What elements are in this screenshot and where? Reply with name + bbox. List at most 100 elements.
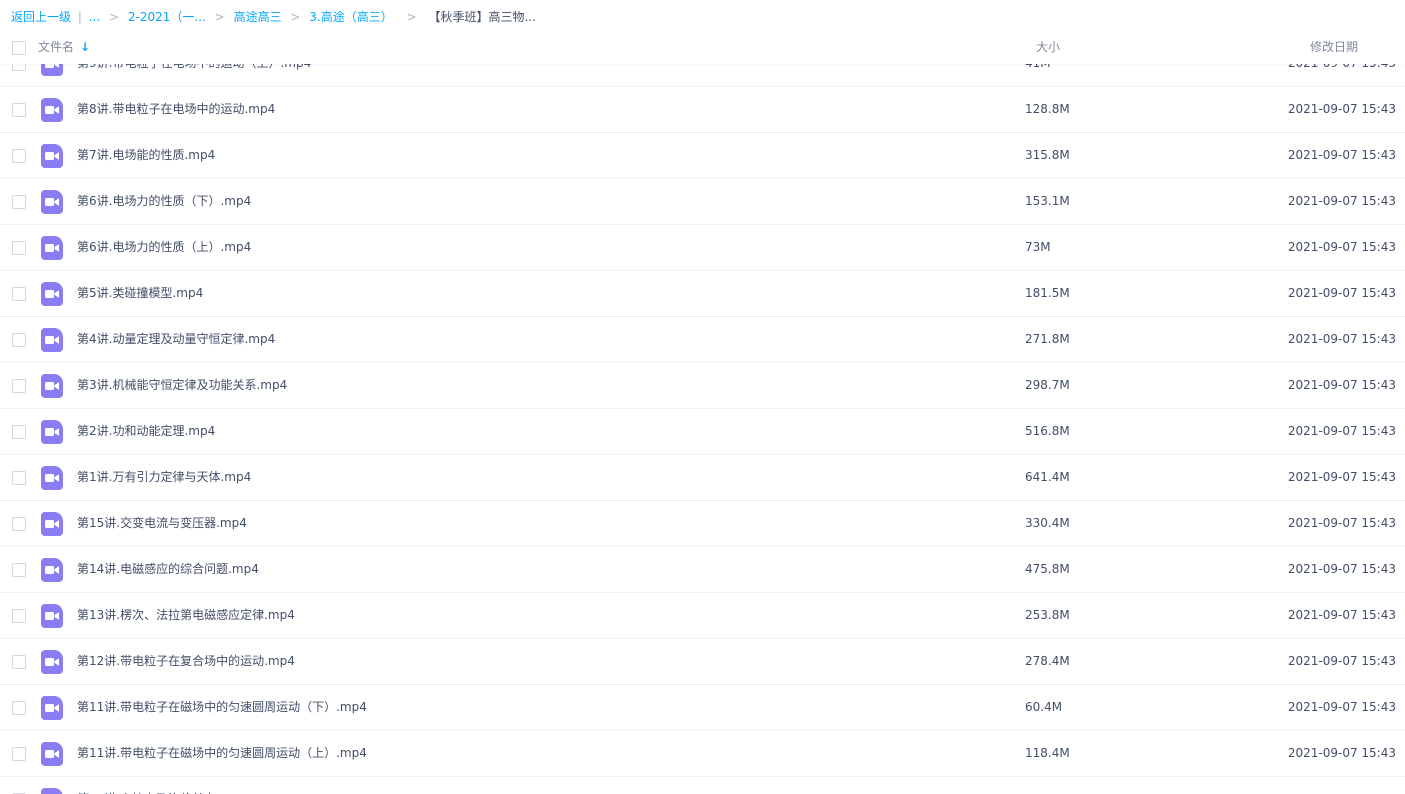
file-row[interactable]: 第8讲.带电粒子在电场中的运动.mp4 128.8M 2021-09-07 15… [0, 87, 1405, 133]
date-column-header[interactable]: 修改日期 [1310, 34, 1358, 61]
row-checkbox[interactable] [12, 379, 26, 393]
row-checkbox[interactable] [12, 287, 26, 301]
size-column-header[interactable]: 大小 [1036, 34, 1060, 61]
file-name[interactable]: 第5讲.类碰撞模型.mp4 [77, 271, 203, 316]
select-all-checkbox[interactable] [12, 41, 26, 55]
file-list-header: 文件名 ↓ 大小 修改日期 [0, 34, 1405, 64]
file-size: 278.4M [1025, 654, 1070, 668]
file-row[interactable]: 第1讲.万有引力定律与天体.mp4 641.4M 2021-09-07 15:4… [0, 455, 1405, 501]
video-camera-icon [45, 520, 59, 528]
file-list[interactable]: 第9讲.带电粒子在电场中的运动（上）.mp4 41M 2021-09-07 15… [0, 64, 1405, 794]
video-camera-icon [45, 474, 59, 482]
file-row[interactable]: 第11讲.带电粒子在磁场中的匀速圆周运动（下）.mp4 60.4M 2021-0… [0, 685, 1405, 731]
file-row[interactable]: 第14讲.电磁感应的综合问题.mp4 475.8M 2021-09-07 15:… [0, 547, 1405, 593]
file-row[interactable]: 第12讲.带电粒子在复合场中的运动.mp4 278.4M 2021-09-07 … [0, 639, 1405, 685]
file-row[interactable]: 第13讲.楞次、法拉第电磁感应定律.mp4 253.8M 2021-09-07 … [0, 593, 1405, 639]
breadcrumb-separator: > [214, 10, 225, 24]
file-name[interactable]: 第11讲.带电粒子在磁场中的匀速圆周运动（上）.mp4 [77, 731, 367, 776]
video-file-icon [41, 64, 63, 76]
breadcrumb: 返回上一级 | ... > 2-2021（一... > 高途高三 > 3.高途（… [11, 0, 536, 34]
row-checkbox[interactable] [12, 517, 26, 531]
video-camera-icon [45, 750, 59, 758]
row-checkbox[interactable] [12, 241, 26, 255]
file-size: 73M [1025, 240, 1051, 254]
video-file-icon [41, 328, 63, 352]
file-row[interactable]: 第6讲.电场力的性质（下）.mp4 153.1M 2021-09-07 15:4… [0, 179, 1405, 225]
row-checkbox[interactable] [12, 471, 26, 485]
breadcrumb-item-2[interactable]: 高途高三 [234, 10, 282, 24]
file-name[interactable]: 第3讲.机械能守恒定律及功能关系.mp4 [77, 363, 287, 408]
file-name[interactable]: 第8讲.带电粒子在电场中的运动.mp4 [77, 87, 275, 132]
name-column-header[interactable]: 文件名 ↓ [38, 34, 90, 61]
file-date: 2021-09-07 15:43 [1287, 746, 1396, 760]
file-date: 2021-09-07 15:43 [1287, 654, 1396, 668]
file-size: 181.5M [1025, 286, 1070, 300]
back-link[interactable]: 返回上一级 [11, 10, 71, 24]
breadcrumb-current: 【秋季班】高三物... [428, 10, 536, 24]
file-size: 315.8M [1025, 148, 1070, 162]
file-row[interactable]: 第11讲.带电粒子在磁场中的匀速圆周运动（上）.mp4 118.4M 2021-… [0, 731, 1405, 777]
row-checkbox[interactable] [12, 195, 26, 209]
file-row[interactable]: 第15讲.交变电流与变压器.mp4 330.4M 2021-09-07 15:4… [0, 501, 1405, 547]
file-name[interactable]: 第13讲.楞次、法拉第电磁感应定律.mp4 [77, 593, 295, 638]
row-checkbox[interactable] [12, 655, 26, 669]
file-name[interactable]: 第9讲.带电粒子在电场中的运动（上）.mp4 [77, 64, 311, 86]
file-date: 2021-09-07 15:43 [1287, 286, 1396, 300]
file-name[interactable]: 第11讲.带电粒子在磁场中的匀速圆周运动（下）.mp4 [77, 685, 367, 730]
row-checkbox[interactable] [12, 609, 26, 623]
breadcrumb-separator: > [406, 10, 417, 24]
file-name[interactable]: 第14讲.电磁感应的综合问题.mp4 [77, 547, 259, 592]
sort-arrow-icon[interactable]: ↓ [80, 40, 90, 54]
breadcrumb-separator: > [109, 10, 120, 24]
file-name[interactable]: 第15讲.交变电流与变压器.mp4 [77, 501, 247, 546]
row-checkbox[interactable] [12, 149, 26, 163]
file-date: 2021-09-07 15:43 [1287, 700, 1396, 714]
row-checkbox[interactable] [12, 701, 26, 715]
file-row[interactable]: 第2讲.功和动能定理.mp4 516.8M 2021-09-07 15:43 [0, 409, 1405, 455]
row-checkbox[interactable] [12, 103, 26, 117]
name-column-label: 文件名 [38, 40, 75, 54]
file-name[interactable]: 第4讲.动量定理及动量守恒定律.mp4 [77, 317, 275, 362]
row-checkbox[interactable] [12, 563, 26, 577]
file-name[interactable]: 第10讲.安培力及洛伦兹力.mp4 [77, 777, 247, 794]
file-row[interactable]: 第4讲.动量定理及动量守恒定律.mp4 271.8M 2021-09-07 15… [0, 317, 1405, 363]
row-checkbox[interactable] [12, 64, 26, 71]
video-camera-icon [45, 428, 59, 436]
file-name[interactable]: 第7讲.电场能的性质.mp4 [77, 133, 215, 178]
file-name[interactable]: 第6讲.电场力的性质（下）.mp4 [77, 179, 251, 224]
file-row[interactable]: 第10讲.安培力及洛伦兹力.mp4 182.4M 2021-09-07 15:4… [0, 777, 1405, 794]
video-file-icon [41, 788, 63, 794]
breadcrumb-divider: | [77, 10, 82, 24]
video-file-icon [41, 282, 63, 306]
file-size: 641.4M [1025, 470, 1070, 484]
video-file-icon [41, 696, 63, 720]
video-camera-icon [45, 566, 59, 574]
file-row[interactable]: 第7讲.电场能的性质.mp4 315.8M 2021-09-07 15:43 [0, 133, 1405, 179]
file-row[interactable]: 第5讲.类碰撞模型.mp4 181.5M 2021-09-07 15:43 [0, 271, 1405, 317]
file-size: 128.8M [1025, 102, 1070, 116]
file-name[interactable]: 第6讲.电场力的性质（上）.mp4 [77, 225, 251, 270]
file-row[interactable]: 第9讲.带电粒子在电场中的运动（上）.mp4 41M 2021-09-07 15… [0, 64, 1405, 87]
video-camera-icon [45, 382, 59, 390]
file-size: 182.4M [1025, 777, 1070, 794]
file-date: 2021-09-07 15:43 [1287, 102, 1396, 116]
file-row[interactable]: 第3讲.机械能守恒定律及功能关系.mp4 298.7M 2021-09-07 1… [0, 363, 1405, 409]
row-checkbox[interactable] [12, 425, 26, 439]
breadcrumb-item-1[interactable]: 2-2021（一... [128, 10, 206, 24]
file-date: 2021-09-07 15:43 [1287, 516, 1396, 530]
file-row[interactable]: 第6讲.电场力的性质（上）.mp4 73M 2021-09-07 15:43 [0, 225, 1405, 271]
video-file-icon [41, 190, 63, 214]
file-name[interactable]: 第1讲.万有引力定律与天体.mp4 [77, 455, 251, 500]
video-camera-icon [45, 64, 59, 68]
video-file-icon [41, 98, 63, 122]
breadcrumb-ellipsis[interactable]: ... [89, 10, 100, 24]
file-date: 2021-09-07 15:43 [1287, 194, 1396, 208]
file-name[interactable]: 第12讲.带电粒子在复合场中的运动.mp4 [77, 639, 295, 684]
file-name[interactable]: 第2讲.功和动能定理.mp4 [77, 409, 215, 454]
file-size: 475.8M [1025, 562, 1070, 576]
video-file-icon [41, 236, 63, 260]
breadcrumb-item-3[interactable]: 3.高途（高三） [309, 10, 392, 24]
file-date: 2021-09-07 15:43 [1287, 240, 1396, 254]
row-checkbox[interactable] [12, 333, 26, 347]
row-checkbox[interactable] [12, 747, 26, 761]
